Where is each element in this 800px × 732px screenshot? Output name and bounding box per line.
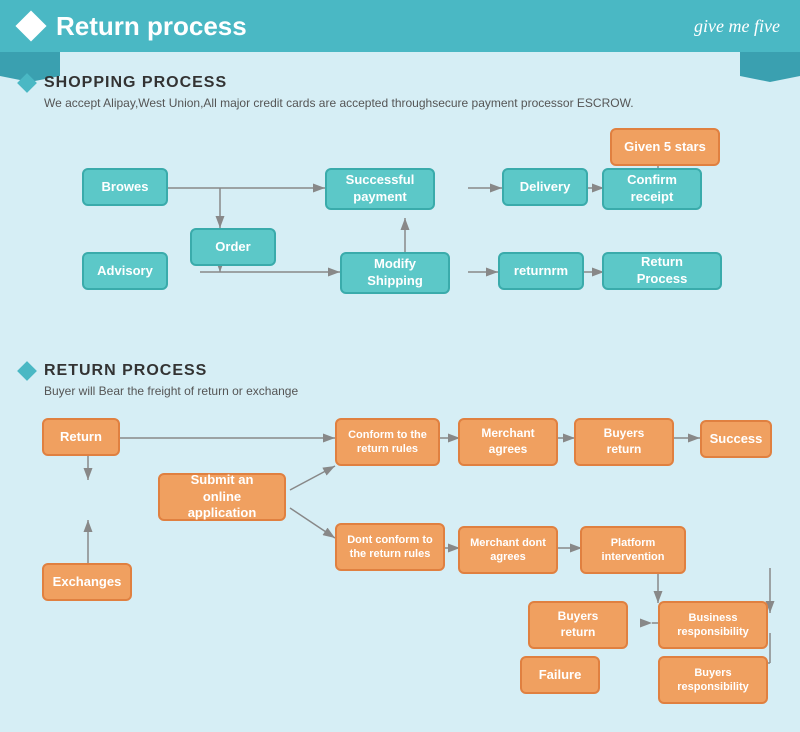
box-returnrm: returnrm	[498, 252, 584, 290]
return-title: RETURN PROCESS	[44, 362, 207, 380]
brand-logo: give me five	[694, 16, 780, 37]
box-success: Success	[700, 420, 772, 458]
box-return: Return	[42, 418, 120, 456]
box-failure: Failure	[520, 656, 600, 694]
box-given-5-stars: Given 5 stars	[610, 128, 720, 166]
main-content: SHOPPING PROCESS We accept Alipay,West U…	[0, 52, 800, 732]
box-buyers-resp: Buyers responsibility	[658, 656, 768, 704]
shopping-diamond	[17, 73, 37, 93]
shopping-desc: We accept Alipay,West Union,All major cr…	[44, 96, 780, 110]
box-business-resp: Business responsibility	[658, 601, 768, 649]
box-submit: Submit an online application	[158, 473, 286, 521]
return-flow: Return Submit an online application Exch…	[20, 408, 780, 718]
box-return-process: Return Process	[602, 252, 722, 290]
box-advisory: Advisory	[82, 252, 168, 290]
box-platform: Platform intervention	[580, 526, 686, 574]
box-confirm-receipt: Confirm receipt	[602, 168, 702, 210]
box-browes: Browes	[82, 168, 168, 206]
return-desc: Buyer will Bear the freight of return or…	[44, 384, 780, 398]
box-delivery: Delivery	[502, 168, 588, 206]
header-diamond	[15, 10, 46, 41]
box-merchant-agrees: Merchant agrees	[458, 418, 558, 466]
box-modify-shipping: Modify Shipping	[340, 252, 450, 294]
box-successful-payment: Successful payment	[325, 168, 435, 210]
box-buyers-return2: Buyers return	[528, 601, 628, 649]
shopping-flow: Given 5 stars Browes Successful payment …	[20, 120, 780, 360]
box-dont-conform: Dont conform to the return rules	[335, 523, 445, 571]
box-merchant-dont: Merchant dont agrees	[458, 526, 558, 574]
box-buyers-return1: Buyers return	[574, 418, 674, 466]
return-diamond	[17, 361, 37, 381]
box-conform-return: Conform to the return rules	[335, 418, 440, 466]
shopping-title: SHOPPING PROCESS	[44, 74, 227, 92]
shopping-section-header: SHOPPING PROCESS	[20, 74, 780, 92]
box-exchanges: Exchanges	[42, 563, 132, 601]
box-order: Order	[190, 228, 276, 266]
return-section-header: RETURN PROCESS	[20, 362, 780, 380]
header: Return process give me five	[0, 0, 800, 52]
page-title: Return process	[56, 11, 247, 42]
